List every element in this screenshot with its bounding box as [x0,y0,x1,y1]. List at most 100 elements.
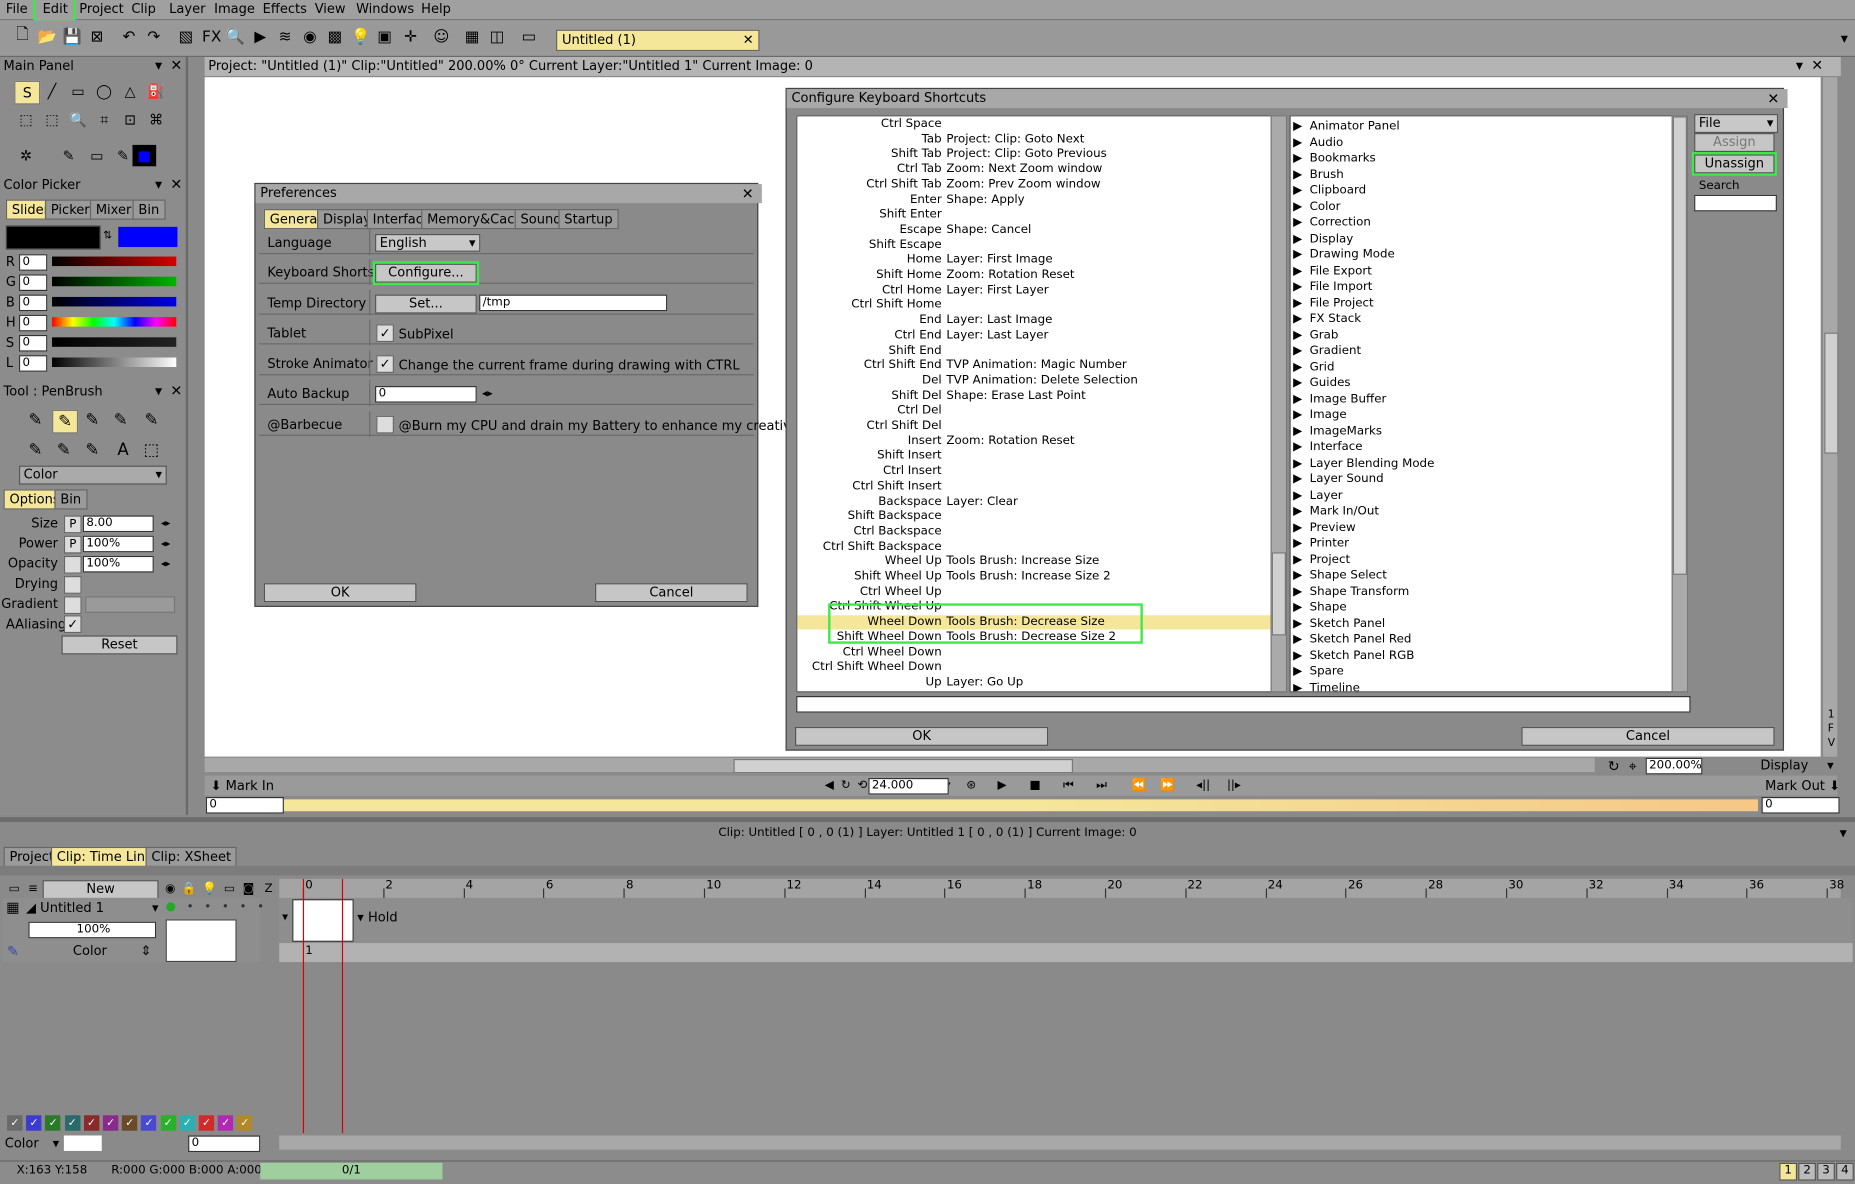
expand-arrow-icon[interactable]: ▶ [1293,359,1310,374]
category-item[interactable]: ▶ Timeline [1293,680,1648,691]
expand-arrow-icon[interactable]: ▶ [1293,391,1310,406]
shortcut-row[interactable]: Ctrl End Layer: Last Layer [797,329,1270,343]
menu-clip[interactable]: Clip [131,1,156,16]
shortcut-row[interactable]: Backspace Layer: Clear [797,495,1270,509]
brush-preset-9-icon[interactable]: A [111,439,135,460]
kbd-cancel-button[interactable]: Cancel [1521,726,1775,746]
camera-icon[interactable]: ◙ [240,880,257,897]
close-icon[interactable]: ✕ [741,185,755,202]
color-wheel-icon[interactable]: ◉ [299,26,320,47]
shortcut-row[interactable]: Shift Tab Project: Clip: Goto Previous [797,148,1270,162]
chevron-down-icon[interactable]: ▾ [1836,824,1850,841]
temp-directory-field[interactable]: /tmp [479,294,668,312]
face-icon[interactable]: ☺ [431,26,452,47]
chevron-down-icon[interactable]: ▾ [1836,30,1853,47]
expand-arrow-icon[interactable]: ▶ [1293,119,1310,134]
category-tree[interactable]: ▶ Animator Panel ▶ Audio ▶ Bookmarks ▶ Brush ▶ Cl… [1289,115,1673,693]
brush-preset-4-icon[interactable]: ✎ [109,410,133,431]
layer-mode-select[interactable]: Color ⇕ [28,943,152,958]
channel-slider-g[interactable] [52,276,177,287]
expand-arrow-icon[interactable]: ▶ [1293,664,1310,679]
close-icon[interactable]: ✕ [169,176,183,193]
next-frame-icon[interactable]: ||▸ [1223,778,1244,793]
expand-arrow-icon[interactable]: ▶ [1293,263,1310,278]
transform-icon[interactable]: ⊡ [118,109,142,130]
zoom-icon[interactable]: 🔍 [225,26,246,47]
channel-slider-h[interactable] [52,317,177,327]
close-icon[interactable]: ✕ [1810,57,1824,74]
shortcut-row[interactable]: Ctrl Insert [797,465,1270,479]
brush-preset-3-icon[interactable]: ✎ [80,410,104,431]
brush-preset-2-icon[interactable]: ✎ [52,409,79,434]
folder-icon[interactable]: ▭ [6,880,23,897]
frame-range-bar[interactable] [283,799,1758,812]
subpixel-checkbox[interactable]: ✓ [376,324,394,343]
expand-arrow-icon[interactable]: ▶ [1293,520,1310,535]
channel-slider-s[interactable] [52,337,177,347]
barbecue-checkbox[interactable] [376,415,394,434]
channel-field-h[interactable]: 0 [18,314,48,332]
expand-arrow-icon[interactable]: ▶ [1293,648,1310,663]
close-icon[interactable]: ✕ [169,57,183,74]
shortcut-row[interactable]: Ctrl Tab Zoom: Next Zoom window [797,163,1270,177]
expand-arrow-icon[interactable]: ▶ [1293,247,1310,262]
shortcut-row[interactable]: Ctrl Wheel Down [797,646,1270,660]
fill-icon[interactable]: ⛽ [144,81,168,102]
channel-field-b[interactable]: 0 [18,294,48,312]
frame-icon[interactable]: ▭ [221,880,238,897]
prefs-tab-startup[interactable]: Startup [558,209,619,230]
category-item[interactable]: ▶ Layer Blending Mode [1293,456,1648,471]
new-icon[interactable]: 🗋 [12,26,33,47]
shortcut-row[interactable]: Shift Enter [797,208,1270,222]
file-select[interactable]: File ▾ [1694,114,1779,134]
kbd-ok-button[interactable]: OK [795,726,1049,746]
ellipse-icon[interactable]: ◯ [92,81,116,102]
color-swatch[interactable]: ✓ [64,1115,80,1131]
line-icon[interactable]: ╱ [40,81,64,102]
category-item[interactable]: ▶ Grid [1293,359,1648,374]
stepper-icon[interactable]: ◂▸ [159,536,173,550]
zoom-field[interactable]: 200.00% [1645,757,1703,775]
light-icon[interactable]: 💡 [201,880,218,897]
channel-field-l[interactable]: 0 [18,355,48,372]
crop-icon[interactable]: ⌗ [92,109,116,130]
expand-arrow-icon[interactable]: ▶ [1293,456,1310,471]
shortcut-row[interactable]: Up Layer: Go Up [797,676,1270,690]
expand-arrow-icon[interactable]: ▶ [1293,472,1310,487]
color-swatch[interactable]: ✓ [45,1115,61,1131]
shortcut-row[interactable]: Ctrl Space [797,118,1270,132]
timeline-hscroll[interactable] [279,1135,1841,1150]
category-item[interactable]: ▶ Shape Transform [1293,584,1648,599]
tool-field-opacity[interactable]: 100% [82,555,154,573]
category-item[interactable]: ▶ Color [1293,199,1648,214]
prefs-ok-button[interactable]: OK [263,583,417,603]
eraser-icon[interactable]: ▭ [85,145,109,166]
shortcut-row[interactable]: Ctrl Home Layer: First Layer [797,284,1270,298]
select-rect-icon[interactable]: ⬚ [14,109,38,130]
chevron-down-icon[interactable]: ▾ [151,57,165,74]
pen-icon[interactable]: ✎ [6,943,20,960]
stroke-animator-checkbox[interactable]: ✓ [376,355,394,373]
save-icon[interactable]: 💾 [62,26,83,47]
category-item[interactable]: ▶ Spare [1293,664,1648,679]
channel-slider-b[interactable] [52,296,177,307]
tab-picker[interactable]: Picker [44,199,96,220]
play-icon[interactable]: ▶ [250,26,271,47]
shortcut-row[interactable]: Shift Wheel Up Tools Brush: Increase Size… [797,570,1270,584]
color-mode-select[interactable]: Color ▾ [5,1135,62,1150]
expand-arrow-icon[interactable]: ▶ [1293,375,1310,390]
mark-out-field[interactable]: 0 [1761,796,1840,814]
page-button-3[interactable]: 3 [1817,1162,1835,1181]
shortcut-row[interactable]: Ctrl Shift Insert [797,480,1270,494]
category-scroll-thumb[interactable] [1672,116,1688,575]
z-icon[interactable]: Z [260,880,277,897]
play-icon[interactable]: ▶ [991,778,1012,793]
brush-preset-8-icon[interactable]: ✎ [80,439,104,460]
search-input[interactable] [1694,194,1777,212]
color-swatch[interactable]: ✓ [83,1115,100,1131]
category-item[interactable]: ▶ Brush [1293,167,1648,182]
shortcut-row[interactable]: Ctrl Shift Del [797,419,1270,433]
chevron-down-icon[interactable]: ▾ [151,382,165,399]
color-swatch[interactable]: ✓ [122,1115,138,1131]
category-item[interactable]: ▶ Interface [1293,439,1648,454]
